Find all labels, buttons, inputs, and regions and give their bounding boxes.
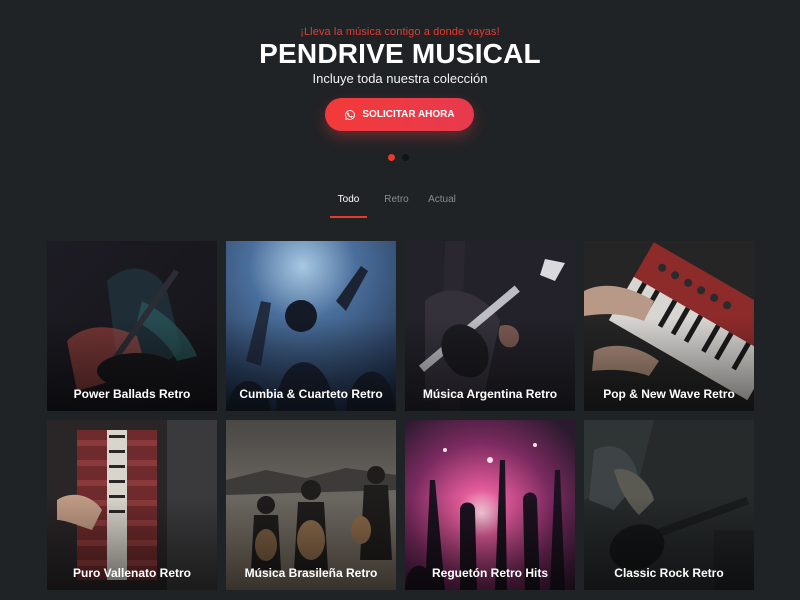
catalog-card-label: Música Brasileña Retro <box>244 566 378 580</box>
page-title: PENDRIVE MUSICAL <box>259 38 541 69</box>
catalog-card[interactable]: Reguetón Retro Hits <box>405 420 575 590</box>
catalog-card[interactable]: Puro Vallenato Retro <box>47 420 217 590</box>
filter-tabs: Todo Retro Actual <box>330 194 458 218</box>
catalog-card-label: Classic Rock Retro <box>614 566 724 580</box>
tab-todo[interactable]: Todo <box>330 194 367 218</box>
catalog-card[interactable]: Música Argentina Retro <box>405 241 575 411</box>
catalog-card-label: Pop & New Wave Retro <box>603 387 735 401</box>
tab-retro[interactable]: Retro <box>379 194 414 215</box>
catalog-card-label: Power Ballads Retro <box>73 387 191 401</box>
catalog-card[interactable]: Pop & New Wave Retro <box>584 241 754 411</box>
catalog-card-label: Puro Vallenato Retro <box>72 566 192 580</box>
request-now-button[interactable]: SOLICITAR AHORA <box>325 98 474 131</box>
whatsapp-icon <box>345 109 356 120</box>
tab-actual[interactable]: Actual <box>426 194 458 215</box>
hero-subtitle: Incluye toda nuestra colección <box>312 71 488 86</box>
catalog-card-label: Cumbia & Cuarteto Retro <box>239 387 383 401</box>
slider-dot-2[interactable] <box>402 154 409 161</box>
catalog-card-label: Reguetón Retro Hits <box>431 566 548 580</box>
catalog-card[interactable]: Música Brasileña Retro <box>226 420 396 590</box>
request-now-label: SOLICITAR AHORA <box>362 109 455 120</box>
catalog-card[interactable]: Classic Rock Retro <box>584 420 754 590</box>
hero-tagline: ¡Lleva la música contigo a donde vayas! <box>300 26 500 38</box>
catalog-grid: Power Ballads Retro Cumbia & Cuarteto Re… <box>47 241 754 590</box>
catalog-card-label: Música Argentina Retro <box>422 387 558 401</box>
catalog-card[interactable]: Power Ballads Retro <box>47 241 217 411</box>
slider-dots <box>388 154 409 161</box>
slider-dot-1[interactable] <box>388 154 395 161</box>
catalog-card[interactable]: Cumbia & Cuarteto Retro <box>226 241 396 411</box>
